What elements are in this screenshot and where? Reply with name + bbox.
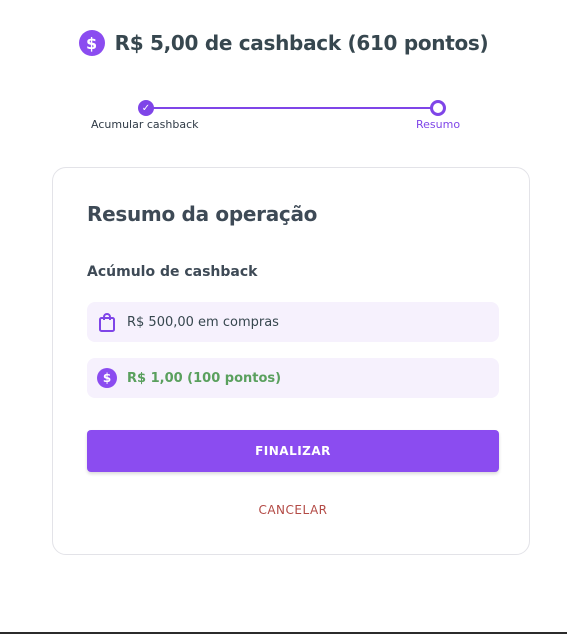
summary-card: Resumo da operação Acúmulo de cashback R…	[52, 167, 530, 555]
section-title: Acúmulo de cashback	[87, 264, 258, 280]
step-done-check-icon: ✓	[138, 100, 154, 116]
purchases-row: R$ 500,00 em compras	[87, 302, 499, 342]
cashback-row: $ R$ 1,00 (100 pontos)	[87, 358, 499, 398]
step-label-acumular: Acumular cashback	[91, 118, 199, 131]
coin-dollar-icon: $	[97, 368, 117, 388]
header: $ R$ 5,00 de cashback (610 pontos)	[0, 30, 567, 56]
page-title: R$ 5,00 de cashback (610 pontos)	[114, 31, 489, 55]
step-current-icon	[430, 100, 446, 116]
coin-dollar-icon: $	[78, 30, 105, 56]
cancel-button[interactable]: CANCELAR	[87, 498, 499, 522]
cashback-text: R$ 1,00 (100 pontos)	[127, 370, 282, 386]
step-label-resumo: Resumo	[416, 118, 461, 131]
shopping-bag-icon	[97, 312, 117, 332]
stepper: ✓ Acumular cashback Resumo	[0, 100, 567, 140]
stepper-line	[146, 107, 438, 109]
purchases-text: R$ 500,00 em compras	[127, 314, 279, 330]
card-title: Resumo da operação	[87, 202, 318, 226]
finalize-button[interactable]: FINALIZAR	[87, 430, 499, 472]
